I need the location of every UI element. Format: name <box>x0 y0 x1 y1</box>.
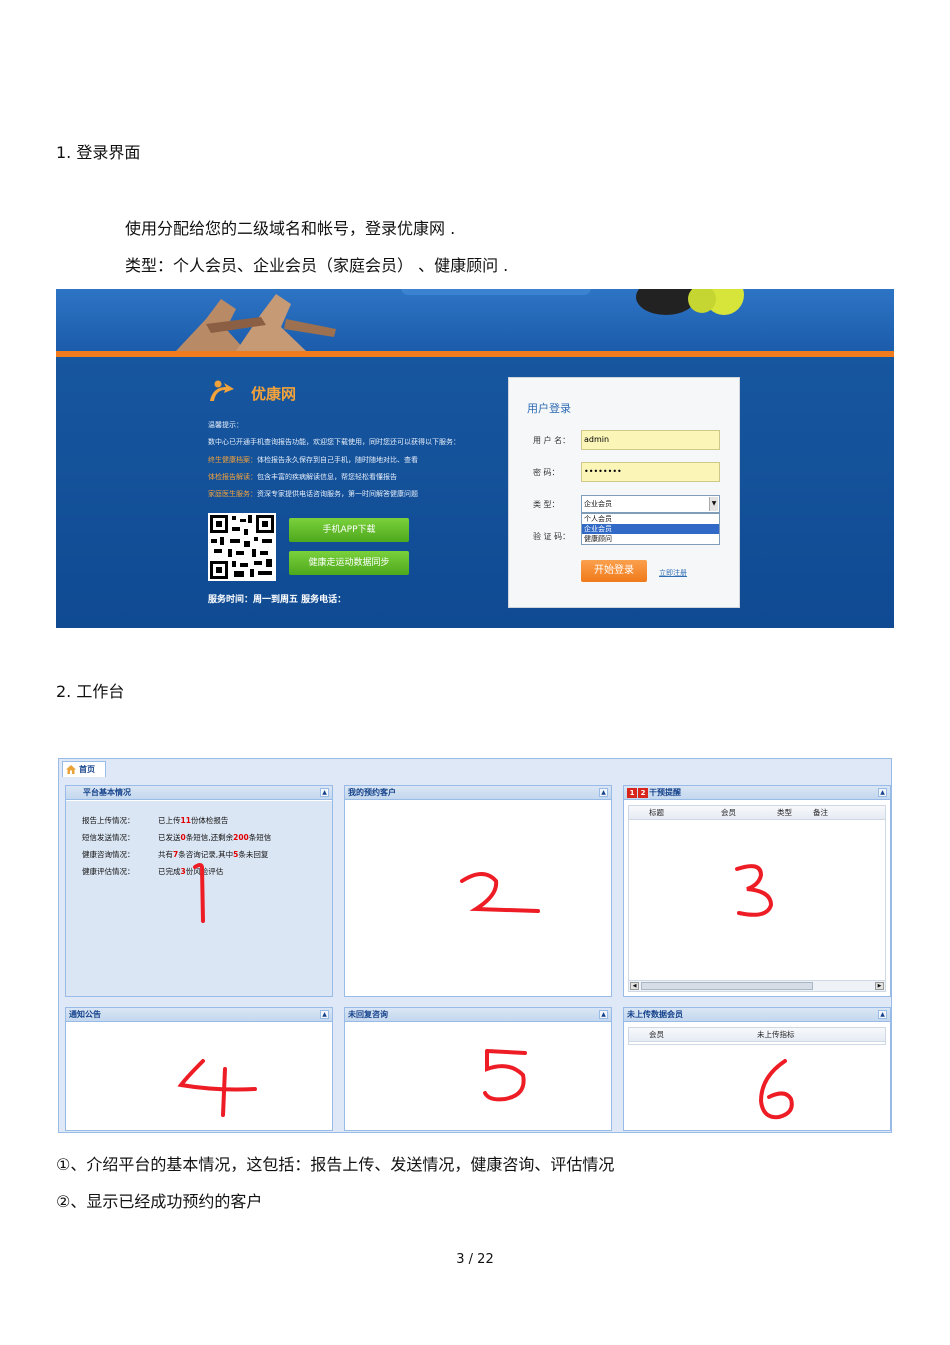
flag-badge: 1 <box>627 788 637 798</box>
panel-title: 平台基本情况 ▲ <box>66 786 332 800</box>
member-grid: 会员 未上传指标 <box>628 1027 886 1045</box>
annotation-3: 3 <box>731 861 774 917</box>
overview-row: 健康咨询情况： 共有7条咨询记录,其中5条未回复 <box>82 850 269 859</box>
tip-line: 体检报告解读：包含丰富的疾病解读信息，帮您轻松看懂报告 <box>208 473 397 481</box>
qr-code[interactable] <box>208 513 276 581</box>
annotation-2: 2 <box>454 867 540 913</box>
tips-title: 温馨提示： <box>208 421 243 429</box>
app-download-button[interactable]: 手机APP下载 <box>289 518 409 542</box>
collapse-icon[interactable]: ▲ <box>320 1010 329 1019</box>
login-screenshot: 优康网 温馨提示： 数中心已开通手机查询报告功能，欢迎您下载使用，同时您还可以获… <box>56 289 894 628</box>
note-line1: ①、介绍平台的基本情况，这包括：报告上传、发送情况，健康咨询、评估情况 <box>56 1155 615 1174</box>
type-label: 类 型： <box>533 500 560 509</box>
section-heading-workbench: 2. 工作台 <box>56 682 125 701</box>
login-banner <box>56 289 894 351</box>
type-select[interactable]: 企业会员 ▼ <box>581 495 720 513</box>
login-body <box>56 357 894 628</box>
username-input[interactable]: admin <box>581 430 720 450</box>
captcha-label: 验 证 码： <box>533 532 571 541</box>
register-link[interactable]: 立即注册 <box>659 568 687 578</box>
panel-title: 通知公告 ▲ <box>66 1008 332 1022</box>
column-header[interactable]: 备注 <box>813 806 828 820</box>
login-description-line2: 类型：个人会员、企业会员（家庭会员） 、健康顾问 . <box>125 256 509 275</box>
panel-title: 未回复咨询 ▲ <box>345 1008 611 1022</box>
login-description-line1: 使用分配给您的二级域名和帐号，登录优康网 . <box>125 219 456 238</box>
type-option[interactable]: 个人会员 <box>582 514 719 524</box>
column-header[interactable]: 未上传指标 <box>757 1028 795 1042</box>
login-button[interactable]: 开始登录 <box>581 560 647 582</box>
logo-text: 优康网 <box>251 385 297 403</box>
type-options-list: 个人会员 企业会员 健康顾问 <box>581 513 720 545</box>
password-input[interactable]: •••••••• <box>581 462 720 482</box>
login-box: 用户登录 用 户 名： admin 密 码： •••••••• 类 型： 企业会… <box>508 377 740 608</box>
collapse-icon[interactable]: ▲ <box>599 788 608 797</box>
workbench-screenshot: 首页 平台基本情况 ▲ 报告上传情况： 已上传11份体检报告 短信发送情况： 已发送0… <box>58 758 892 1133</box>
banner-title-fragment <box>401 289 591 295</box>
login-box-title: 用户登录 <box>527 402 571 415</box>
username-label: 用 户 名： <box>533 436 571 445</box>
scroll-right-icon[interactable]: ▶ <box>875 982 884 990</box>
svg-text:6: 6 <box>755 1057 756 1058</box>
annotation-5: 5 <box>479 1047 527 1102</box>
svg-text:3: 3 <box>731 861 732 862</box>
scroll-left-icon[interactable]: ◀ <box>630 982 639 990</box>
home-icon <box>66 765 76 774</box>
svg-text:1: 1 <box>187 859 188 860</box>
panel-title: 1 2 干预提醒 ▲ <box>624 786 890 800</box>
page-number: 3 / 22 <box>456 1252 494 1267</box>
svg-text:2: 2 <box>454 867 455 868</box>
panel-unanswered-consultations: 未回复咨询 ▲ <box>344 1007 612 1131</box>
column-header[interactable]: 会员 <box>649 1028 664 1042</box>
tip-line: 数中心已开通手机查询报告功能，欢迎您下载使用，同时您还可以获得以下服务： <box>208 438 460 446</box>
horizontal-scrollbar[interactable]: ◀ ▶ <box>629 980 885 991</box>
annotation-1: 1 <box>187 859 205 923</box>
chevron-down-icon[interactable]: ▼ <box>709 497 718 511</box>
sports-gear-image <box>636 289 744 315</box>
column-header[interactable]: 会员 <box>721 806 736 820</box>
sync-data-button[interactable]: 健康走运动数据同步 <box>289 551 409 575</box>
runners-image <box>176 294 336 351</box>
section-heading-login: 1. 登录界面 <box>56 143 141 162</box>
column-header[interactable]: 标题 <box>649 806 664 820</box>
type-option[interactable]: 健康顾问 <box>582 534 719 544</box>
note-line2: ②、显示已经成功预约的客户 <box>56 1192 263 1211</box>
collapse-icon[interactable]: ▲ <box>320 788 329 797</box>
annotation-6: 6 <box>755 1057 794 1120</box>
service-hours: 服务时间：周一到周五 服务电话： <box>208 595 347 605</box>
scroll-thumb[interactable] <box>641 982 813 990</box>
panel-title: 未上传数据会员 ▲ <box>624 1008 890 1022</box>
tip-line: 家庭医生服务：资深专家提供电话咨询服务，第一时间解答健康问题 <box>208 490 418 498</box>
collapse-icon[interactable]: ▲ <box>878 788 887 797</box>
grid-header: 标题 会员 类型 备注 <box>629 806 885 820</box>
tip-line: 终生健康档案：体检报告永久保存到自己手机，随时随地对比、查看 <box>208 456 418 464</box>
type-option[interactable]: 企业会员 <box>582 524 719 534</box>
annotation-4: 4 <box>177 1055 257 1117</box>
svg-text:4: 4 <box>177 1055 178 1056</box>
column-header[interactable]: 类型 <box>777 806 792 820</box>
overview-row: 短信发送情况： 已发送0条短信,还剩余200条短信 <box>82 833 272 842</box>
grid-header: 会员 未上传指标 <box>629 1028 885 1042</box>
password-label: 密 码： <box>533 468 560 477</box>
collapse-icon[interactable]: ▲ <box>878 1010 887 1019</box>
tab-home[interactable]: 首页 <box>62 761 106 777</box>
collapse-icon[interactable]: ▲ <box>599 1010 608 1019</box>
svg-text:5: 5 <box>479 1047 480 1048</box>
flag-badge: 2 <box>638 788 648 798</box>
logo-icon <box>210 380 234 401</box>
panel-title: 我的预约客户 ▲ <box>345 786 611 800</box>
overview-row: 报告上传情况： 已上传11份体检报告 <box>82 816 229 825</box>
